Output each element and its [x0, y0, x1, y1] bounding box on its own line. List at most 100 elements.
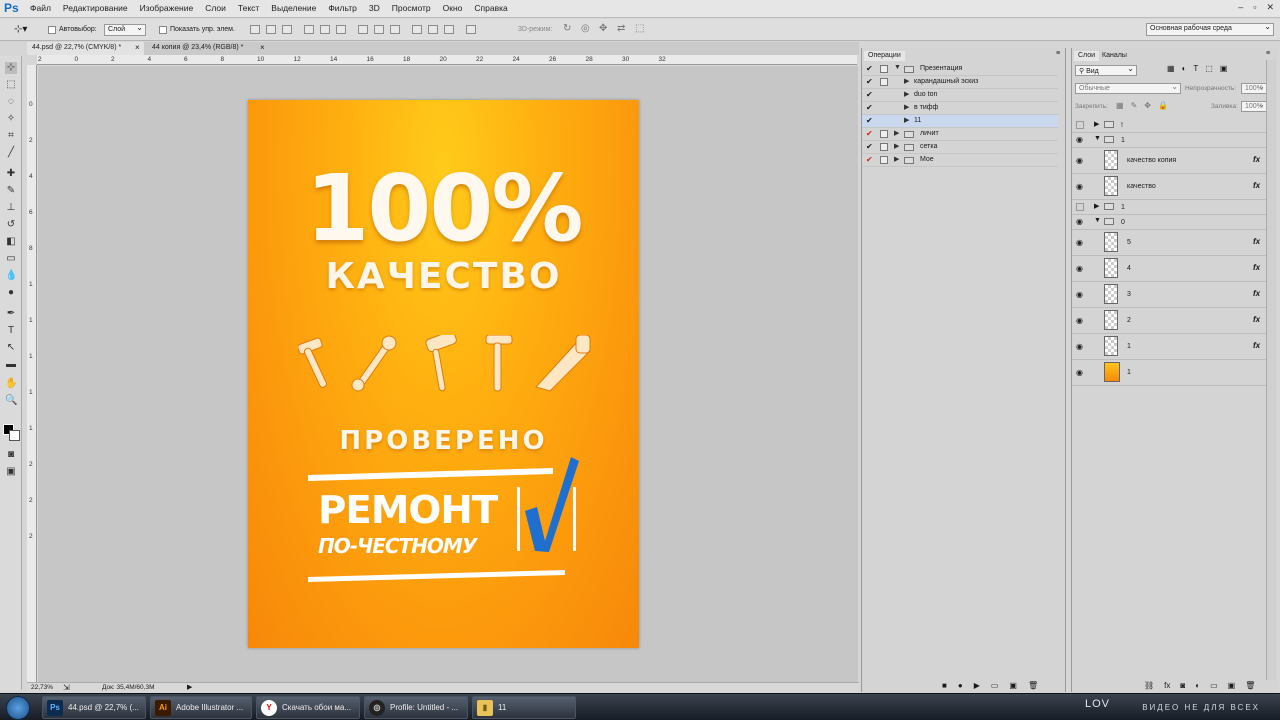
tab-channels[interactable]: Каналы — [1098, 51, 1131, 61]
expand-icon[interactable]: ▼ — [894, 64, 901, 71]
action-set-row[interactable]: ✔ ▼ Презентация — [862, 63, 1058, 76]
menu-window[interactable]: Окно — [443, 3, 463, 13]
fx-icon[interactable]: fx — [1253, 341, 1260, 350]
trash-icon[interactable]: 🗑 — [1028, 681, 1038, 690]
distribute-left-icon[interactable] — [412, 25, 422, 34]
pen-tool-icon[interactable]: ✒ — [5, 308, 17, 320]
menu-file[interactable]: Файл — [30, 3, 51, 13]
workspace-dropdown[interactable]: Основная рабочая среда — [1146, 22, 1274, 36]
menu-layers[interactable]: Слои — [205, 3, 226, 13]
eye-icon[interactable]: ◉ — [1076, 217, 1083, 226]
taskbar-item-profile[interactable]: ◎ Profile: Untitled - ... — [364, 696, 468, 719]
menu-edit[interactable]: Редактирование — [63, 3, 128, 13]
stamp-tool-icon[interactable]: ⊥ — [5, 202, 17, 214]
show-transform-checkbox[interactable] — [159, 26, 167, 34]
layer-row[interactable]: ◉ 2 fx — [1072, 308, 1270, 334]
eye-icon[interactable]: ◉ — [1076, 264, 1083, 273]
smart-filter-icon[interactable]: ▣ — [1220, 64, 1228, 73]
start-button[interactable] — [6, 696, 30, 720]
eye-icon[interactable]: ◉ — [1076, 290, 1083, 299]
panel-menu-icon[interactable]: ≡ — [1056, 50, 1060, 57]
expand-icon[interactable]: ▶ — [904, 90, 909, 98]
history-brush-icon[interactable]: ↺ — [5, 219, 17, 231]
minimize-icon[interactable]: – — [1238, 2, 1243, 13]
layer-row[interactable]: ◉ качество копия fx — [1072, 148, 1270, 174]
3d-roll-icon[interactable]: ◎ — [581, 23, 590, 34]
distribute-right-icon[interactable] — [444, 25, 454, 34]
brush-tool-icon[interactable]: ✎ — [5, 185, 17, 197]
move-tool-icon[interactable]: ⊹ — [5, 62, 17, 74]
align-bottom-icon[interactable] — [282, 25, 292, 34]
move-tool-icon[interactable]: ⊹▾ — [14, 24, 27, 35]
expand-icon[interactable]: ▶ — [1094, 120, 1099, 128]
blur-tool-icon[interactable]: 💧 — [5, 270, 17, 282]
shape-tool-icon[interactable]: ▬ — [5, 359, 17, 371]
doc-tab-active[interactable]: 44.psd @ 22,7% (CMYK/8) * — [27, 42, 144, 55]
blend-mode-dropdown[interactable]: Обычные — [1075, 82, 1181, 94]
fx-icon[interactable]: fx — [1253, 263, 1260, 272]
adjustment-filter-icon[interactable]: ◐ — [1182, 64, 1187, 73]
lock-image-icon[interactable]: ✎ — [1131, 101, 1138, 110]
pixel-filter-icon[interactable]: ▦ — [1167, 64, 1175, 73]
3d-slide-icon[interactable]: ⇄ — [617, 23, 625, 34]
record-icon[interactable]: ● — [958, 681, 963, 690]
distribute-vcenter-icon[interactable] — [374, 25, 384, 34]
path-select-icon[interactable]: ↖ — [5, 342, 17, 354]
menu-3d[interactable]: 3D — [369, 3, 380, 13]
taskbar-item-illustrator[interactable]: Ai Adobe Illustrator ... — [150, 696, 252, 719]
eye-icon[interactable]: ◉ — [1076, 342, 1083, 351]
adjustment-icon[interactable]: ◐ — [1195, 681, 1200, 690]
3d-scale-icon[interactable]: ⬚ — [635, 23, 644, 34]
check-icon[interactable]: ✔ — [866, 155, 873, 164]
maximize-icon[interactable]: ▫ — [1253, 2, 1256, 13]
tab-actions[interactable]: Операции — [864, 51, 905, 61]
stop-icon[interactable]: ■ — [942, 681, 947, 690]
layer-group-row[interactable]: ▶ 1 — [1072, 200, 1270, 215]
check-icon[interactable]: ✔ — [866, 116, 873, 125]
distribute-hcenter-icon[interactable] — [428, 25, 438, 34]
type-tool-icon[interactable]: T — [5, 325, 17, 337]
action-row[interactable]: ✔ ▶ duo ton — [862, 89, 1058, 102]
action-set-row[interactable]: ✔ ▶ сетка — [862, 141, 1058, 154]
new-layer-icon[interactable]: ▣ — [1228, 681, 1236, 690]
taskbar-item-browser[interactable]: Y Скачать обои ма... — [256, 696, 360, 719]
lock-all-icon[interactable]: 🔒 — [1158, 101, 1168, 110]
visibility-toggle[interactable] — [1076, 121, 1084, 129]
distribute-bottom-icon[interactable] — [390, 25, 400, 34]
check-icon[interactable]: ✔ — [866, 103, 873, 112]
auto-select-checkbox[interactable] — [48, 26, 56, 34]
align-top-icon[interactable] — [250, 25, 260, 34]
auto-align-icon[interactable] — [466, 25, 476, 34]
layer-group-row[interactable]: ◉ ▼ 1 — [1072, 133, 1270, 148]
zoom-level[interactable]: 22,73% — [31, 684, 53, 691]
layer-row[interactable]: ◉ 4 fx — [1072, 256, 1270, 282]
eye-icon[interactable]: ◉ — [1076, 368, 1083, 377]
check-icon[interactable]: ✔ — [866, 129, 873, 138]
close-icon[interactable]: × — [135, 43, 140, 52]
menu-select[interactable]: Выделение — [271, 3, 316, 13]
screen-mode-icon[interactable]: ▣ — [5, 466, 17, 478]
menu-image[interactable]: Изображение — [140, 3, 194, 13]
taskbar-item-photoshop[interactable]: Ps 44.psd @ 22,7% (... — [42, 696, 146, 719]
align-right-icon[interactable] — [336, 25, 346, 34]
menu-view[interactable]: Просмотр — [392, 3, 431, 13]
align-hcenter-icon[interactable] — [320, 25, 330, 34]
visibility-toggle[interactable] — [1076, 203, 1084, 211]
zoom-tool-icon[interactable]: 🔍 — [5, 395, 17, 407]
eye-icon[interactable]: ◉ — [1076, 316, 1083, 325]
expand-icon[interactable]: ▶ — [1094, 202, 1099, 210]
close-icon[interactable]: ✕ — [1266, 2, 1274, 13]
check-icon[interactable]: ✔ — [866, 77, 873, 86]
healing-brush-icon[interactable]: ✚ — [5, 168, 17, 180]
fx-icon[interactable]: fx — [1253, 155, 1260, 164]
dialog-toggle[interactable] — [880, 156, 888, 164]
lock-transparent-icon[interactable]: ▦ — [1116, 101, 1124, 110]
magic-wand-icon[interactable]: ✧ — [5, 113, 17, 125]
dialog-toggle[interactable] — [880, 143, 888, 151]
panel-menu-icon[interactable]: ≡ — [1266, 50, 1270, 57]
tab-layers[interactable]: Слои — [1074, 51, 1100, 61]
layer-row[interactable]: ◉ 1 — [1072, 360, 1270, 386]
3d-rotate-icon[interactable]: ↻ — [563, 23, 571, 34]
menu-type[interactable]: Текст — [238, 3, 259, 13]
fill-input[interactable]: 100% — [1241, 100, 1268, 112]
